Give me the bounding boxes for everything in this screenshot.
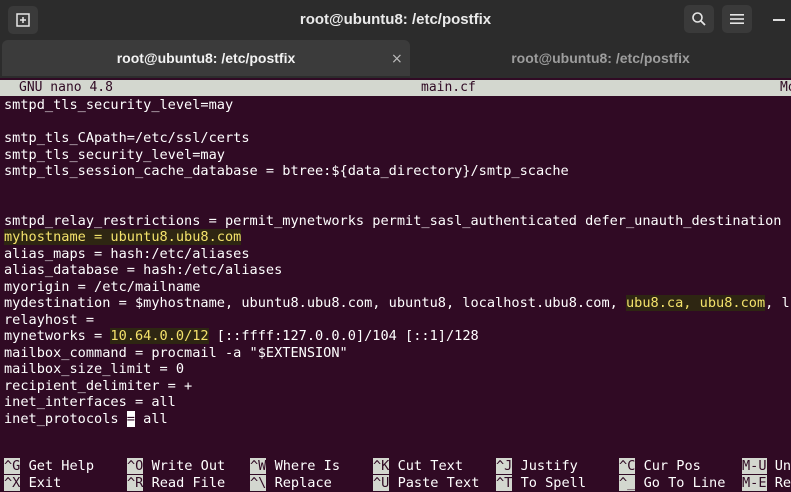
- shortcut-label: Where Is: [274, 458, 341, 474]
- shortcut-key: ^C: [619, 458, 636, 474]
- shortcut-item[interactable]: ^W Where Is: [250, 458, 340, 475]
- editor-line: smtpd_tls_security_level=may: [4, 97, 234, 113]
- shortcut-label: Exit: [28, 474, 62, 491]
- editor-buffer[interactable]: smtpd_tls_security_level=may smtp_tls_CAp…: [4, 97, 791, 427]
- editor-line: myorigin = /etc/mailname: [4, 278, 201, 295]
- shortcut-label: To Spell: [520, 474, 587, 491]
- editor-line: relayhost =: [4, 311, 95, 328]
- shortcut-label: Und: [774, 458, 791, 474]
- search-button[interactable]: [684, 5, 714, 33]
- shortcut-key: ^U: [373, 474, 390, 491]
- shortcut-item[interactable]: M-U Und: [742, 458, 791, 475]
- tab-close-icon[interactable]: ×: [391, 51, 403, 67]
- editor-text: all: [134, 410, 168, 427]
- shortcut-label: Paste Text: [397, 474, 480, 491]
- editor-text: [::ffff:127.0.0.0]/104 [::1]/128: [208, 328, 479, 344]
- editor-line: alias_database = hash:/etc/aliases: [4, 262, 283, 278]
- shortcut-key: ^O: [127, 458, 144, 474]
- editor-text: mynetworks =: [4, 328, 111, 344]
- shortcut-label: Write Out: [151, 458, 226, 474]
- shortcut-item[interactable]: ^_ Go To Line: [619, 474, 726, 492]
- shortcut-row: ^X Exit ^R Read File ^\ Replace ^U Paste Te…: [0, 474, 791, 492]
- shortcut-key: ^T: [496, 474, 513, 491]
- shortcut-label: Cur Pos: [643, 458, 701, 474]
- editor-line: mailbox_size_limit = 0: [4, 361, 185, 377]
- shortcut-label: Replace: [274, 474, 332, 491]
- shortcut-label: Cut Text: [397, 458, 464, 474]
- editor-line: inet_interfaces = all: [4, 394, 176, 410]
- shortcut-label: Read File: [151, 474, 226, 491]
- search-icon: [692, 12, 706, 26]
- highlighted-text: 10.64.0.0/12: [110, 328, 209, 344]
- shortcut-bar: ^G Get Help ^O Write Out ^W Where Is ^K Cut…: [0, 458, 791, 491]
- shortcut-label: Get Help: [28, 458, 95, 474]
- shortcut-item[interactable]: ^U Paste Text: [373, 474, 480, 492]
- editor-line: mydestination = $myhostname, ubuntu8.ubu…: [4, 295, 791, 312]
- tab-terminal-1[interactable]: root@ubuntu8: /etc/postfix: [2, 40, 410, 76]
- editor-line: alias_maps = hash:/etc/aliases: [4, 245, 250, 262]
- nano-filename: main.cf: [421, 80, 476, 95]
- editor-line: smtp_tls_security_level=may: [4, 146, 225, 163]
- shortcut-item[interactable]: ^K Cut Text: [373, 458, 463, 475]
- editor-text: , l: [765, 295, 790, 311]
- text-cursor: =: [126, 410, 135, 427]
- editor-text: mydestination = $myhostname, ubuntu8.ubu…: [4, 295, 626, 311]
- shortcut-item[interactable]: ^O Write Out: [127, 458, 225, 475]
- menu-button[interactable]: [722, 5, 752, 33]
- editor-line: smtp_tls_session_cache_database = btree:…: [4, 163, 569, 179]
- nano-status: Mo: [780, 80, 791, 95]
- window-title: root@ubuntu8: /etc/postfix: [299, 11, 492, 28]
- tab-label: root@ubuntu8: /etc/postfix: [116, 50, 296, 66]
- nano-header: GNU nano 4.8 main.cf Mo: [0, 80, 791, 96]
- shortcut-label: Go To Line: [643, 474, 726, 491]
- shortcut-key: ^K: [373, 458, 390, 474]
- minimize-icon[interactable]: [773, 19, 785, 21]
- shortcut-key: ^\: [250, 474, 267, 491]
- shortcut-label: Red: [774, 474, 791, 491]
- tab-bar: root@ubuntu8: /etc/postfix × root@ubuntu…: [0, 40, 791, 78]
- shortcut-row: ^G Get Help ^O Write Out ^W Where Is ^K Cut…: [0, 458, 791, 475]
- editor-line: myhostname = ubuntu8.ubu8.com: [4, 229, 791, 246]
- tab-terminal-2[interactable]: root@ubuntu8: /etc/postfix: [410, 40, 791, 76]
- tab-label: root@ubuntu8: /etc/postfix: [511, 50, 690, 66]
- shortcut-key: M-E: [742, 474, 767, 491]
- editor-line: inet_protocols = all: [4, 410, 791, 428]
- shortcut-item[interactable]: ^\ Replace: [250, 474, 332, 492]
- hamburger-menu-icon: [730, 14, 744, 24]
- editor-line: smtpd_relay_restrictions = permit_mynetw…: [4, 212, 782, 229]
- shortcut-key: ^R: [127, 474, 144, 491]
- shortcut-item[interactable]: ^J Justify: [496, 458, 578, 475]
- shortcut-label: Justify: [520, 458, 578, 474]
- highlighted-text: myhostname = ubuntu8.ubu8.com: [4, 229, 242, 245]
- shortcut-item[interactable]: ^T To Spell: [496, 474, 587, 492]
- title-bar: root@ubuntu8: /etc/postfix: [0, 0, 791, 40]
- shortcut-item[interactable]: ^X Exit: [4, 474, 62, 492]
- shortcut-item[interactable]: ^G Get Help: [4, 458, 94, 475]
- editor-text: inet_protocols: [4, 410, 127, 427]
- shortcut-key: ^_: [619, 474, 636, 491]
- nano-version: GNU nano 4.8: [19, 80, 113, 95]
- editor-line: mailbox_command = procmail -a "$EXTENSIO…: [4, 344, 348, 361]
- shortcut-key: M-U: [742, 458, 767, 474]
- shortcut-key: ^G: [4, 458, 21, 474]
- editor-line: recipient_delimiter = +: [4, 377, 193, 394]
- highlighted-text: ubu8.ca, ubu8.com: [626, 295, 766, 311]
- editor-line: smtp_tls_CApath=/etc/ssl/certs: [4, 130, 250, 146]
- shortcut-item[interactable]: ^C Cur Pos: [619, 458, 701, 475]
- shortcut-key: ^W: [250, 458, 267, 474]
- shortcut-item[interactable]: M-E Red: [742, 474, 791, 492]
- editor-line: mynetworks = 10.64.0.0/12 [::ffff:127.0.…: [4, 328, 791, 345]
- shortcut-key: ^X: [4, 474, 21, 491]
- shortcut-item[interactable]: ^R Read File: [127, 474, 226, 492]
- shortcut-key: ^J: [496, 458, 513, 474]
